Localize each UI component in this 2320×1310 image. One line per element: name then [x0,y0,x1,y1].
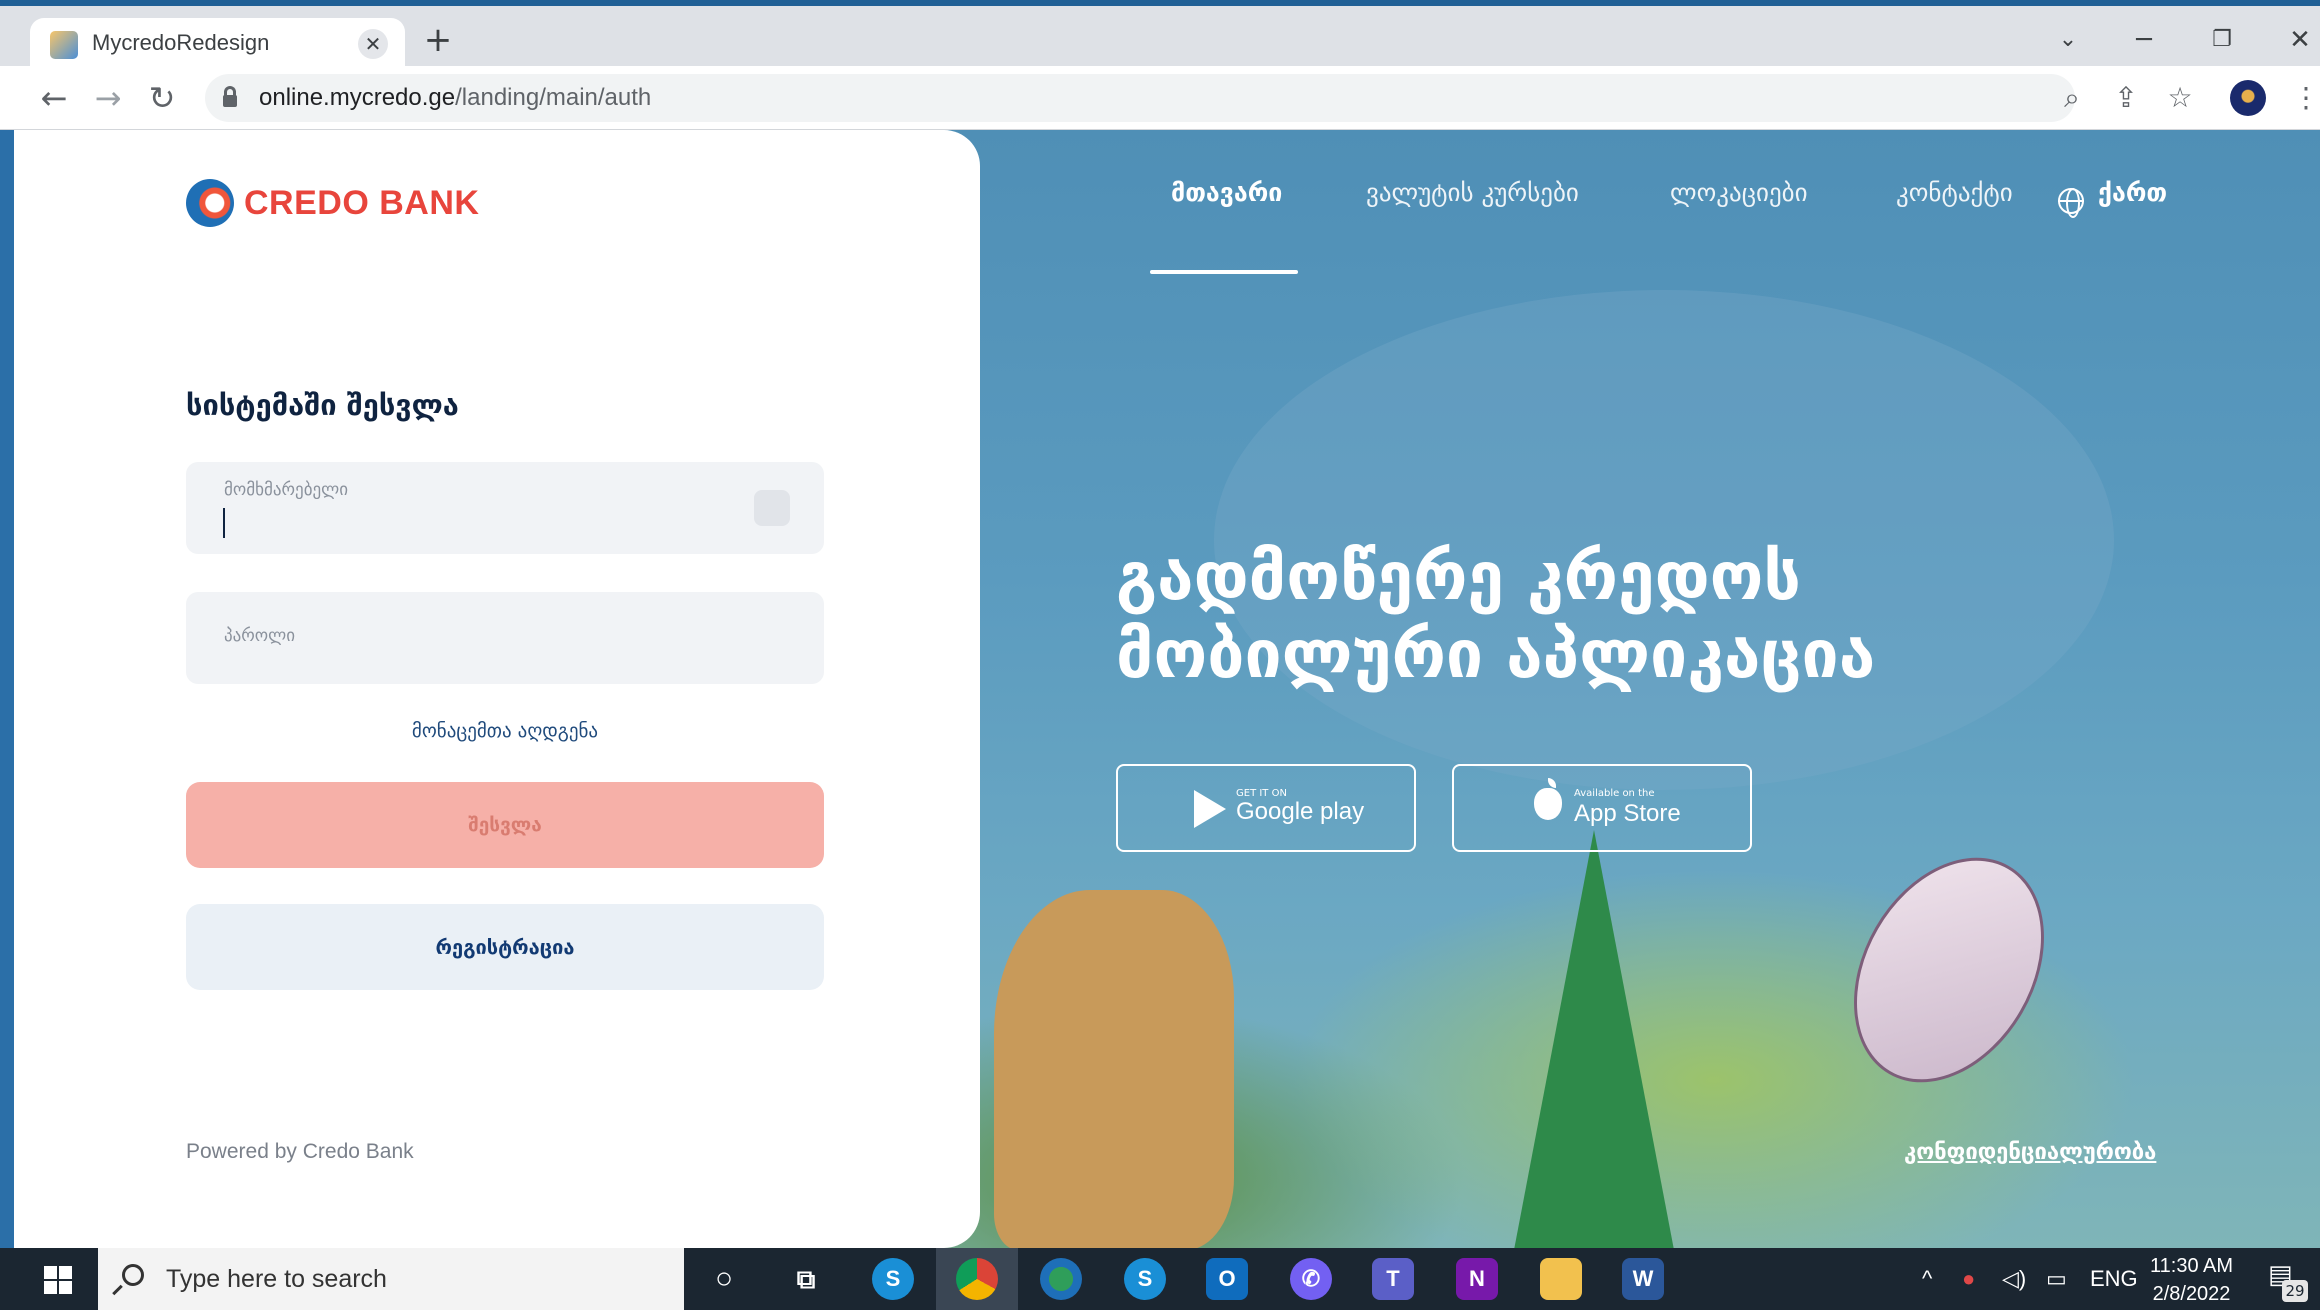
login-button[interactable]: შესვლა [186,782,824,868]
nav-item-locations[interactable]: ლოკაციები [1670,178,1808,218]
tab-title: MycredoRedesign [92,30,270,55]
tab-close-icon[interactable]: ✕ [358,29,388,59]
battery-icon[interactable]: ▭ [2046,1266,2067,1292]
share-icon[interactable]: ⇪ [2106,78,2146,118]
word-icon[interactable]: W [1622,1258,1664,1300]
background-rock [994,890,1234,1248]
google-play-button[interactable]: GET IT ON Google play [1116,764,1416,852]
page-viewport: CREDO BANK სისტემაში შესვლა მომხმარებელი… [14,130,2320,1248]
hero-title: გადმოწერე კრედოს მობილური აპლიკაცია [1116,538,2166,694]
google-play-icon [1194,790,1226,828]
nav-item-contact[interactable]: კონტაქტი [1896,178,2013,218]
restore-icon[interactable]: ❐ [2202,20,2242,60]
network-warning-icon[interactable]: ● [1962,1266,1975,1292]
chrome-icon[interactable] [956,1258,998,1300]
zoom-icon[interactable]: ⌕ [2052,78,2092,118]
language-switch[interactable]: ქართ [2098,178,2167,218]
google-play-label: Google play [1236,798,1365,825]
profile-avatar[interactable] [2230,80,2266,116]
task-view-icon[interactable]: ⧉ [785,1258,827,1300]
bookmark-star-icon[interactable]: ☆ [2160,78,2200,118]
skype-business-icon[interactable]: S [1124,1258,1166,1300]
url-text: online.mycredo.ge/landing/main/auth [259,84,652,111]
app-store-small-text: Available on the [1574,788,1655,799]
notification-count-badge: 29 [2282,1280,2308,1302]
favicon-icon [50,31,78,59]
system-clock[interactable]: 11:30 AM 2/8/2022 [2150,1252,2233,1308]
globe-app-icon[interactable] [1040,1258,1082,1300]
search-icon [122,1264,144,1286]
reload-icon[interactable]: ↻ [142,78,182,118]
notification-center-icon[interactable]: ▤ 29 [2268,1260,2308,1302]
password-placeholder: პაროლი [224,626,296,646]
register-button[interactable]: რეგისტრაცია [186,904,824,990]
file-explorer-icon[interactable] [1540,1258,1582,1300]
outlook-icon[interactable]: O [1206,1258,1248,1300]
app-store-button[interactable]: Available on the App Store [1452,764,1752,852]
credo-logo-icon [186,179,234,227]
clock-date: 2/8/2022 [2152,1283,2231,1305]
volume-icon[interactable]: ◁) [2002,1266,2026,1292]
username-field[interactable]: მომხმარებელი [186,462,824,554]
taskbar: Type here to search ○ ⧉ S S O ✆ T N W ^ … [0,1248,2320,1310]
recover-credentials-link[interactable]: მონაცემთა აღდგენა [186,720,824,742]
input-language[interactable]: ENG [2090,1266,2138,1292]
new-tab-button[interactable]: + [418,20,458,60]
skype-icon[interactable]: S [872,1258,914,1300]
hero-title-line-2: მობილური აპლიკაცია [1116,616,1876,693]
url-input[interactable]: online.mycredo.ge/landing/main/auth [205,74,2075,122]
powered-by-text: Powered by Credo Bank [186,1140,414,1163]
username-placeholder: მომხმარებელი [224,480,349,500]
lock-icon [223,86,237,108]
login-panel: CREDO BANK სისტემაში შესვლა მომხმარებელი… [14,130,980,1248]
nav-item-exchange-rates[interactable]: ვალუტის კურსები [1366,178,1579,218]
address-bar: ← → ↻ online.mycredo.ge/landing/main/aut… [0,66,2320,130]
tab-search-chevron-icon[interactable]: ⌄ [2048,20,2088,60]
text-caret [223,508,225,538]
brand-name: CREDO BANK [244,183,480,222]
autofill-icon[interactable] [754,490,790,526]
nav-item-home[interactable]: მთავარი [1171,178,1282,218]
forward-arrow-icon[interactable]: → [88,78,128,118]
credo-bank-logo[interactable]: CREDO BANK [186,178,479,228]
login-title: სისტემაში შესვლა [186,388,459,422]
background-tree [1514,830,1674,1248]
airship-illustration [1815,823,2083,1117]
password-field[interactable]: პაროლი [186,592,824,684]
nav-active-underline [1150,270,1298,274]
close-window-icon[interactable]: ✕ [2280,20,2320,60]
browser-tab-strip: MycredoRedesign ✕ + ⌄ ─ ❐ ✕ [0,0,2320,72]
tray-chevron-icon[interactable]: ^ [1922,1266,1932,1292]
taskbar-search-input[interactable]: Type here to search [98,1248,684,1310]
onenote-icon[interactable]: N [1456,1258,1498,1300]
clock-time: 11:30 AM [2150,1255,2234,1277]
privacy-link[interactable]: კონფიდენციალურობა [1904,1140,2156,1165]
minimize-icon[interactable]: ─ [2124,20,2164,60]
apple-icon [1534,778,1562,820]
back-arrow-icon[interactable]: ← [34,78,74,118]
app-store-label: App Store [1574,800,1681,827]
menu-kebab-icon[interactable]: ⋮ [2286,78,2320,118]
cortana-icon[interactable]: ○ [703,1258,745,1300]
viber-icon[interactable]: ✆ [1290,1258,1332,1300]
teams-icon[interactable]: T [1372,1258,1414,1300]
hero-title-line-1: გადმოწერე კრედოს [1116,538,1801,615]
windows-start-icon[interactable] [44,1266,72,1294]
browser-tab[interactable]: MycredoRedesign ✕ [30,18,405,72]
taskbar-search-placeholder: Type here to search [166,1265,387,1293]
globe-icon[interactable] [2058,188,2084,218]
